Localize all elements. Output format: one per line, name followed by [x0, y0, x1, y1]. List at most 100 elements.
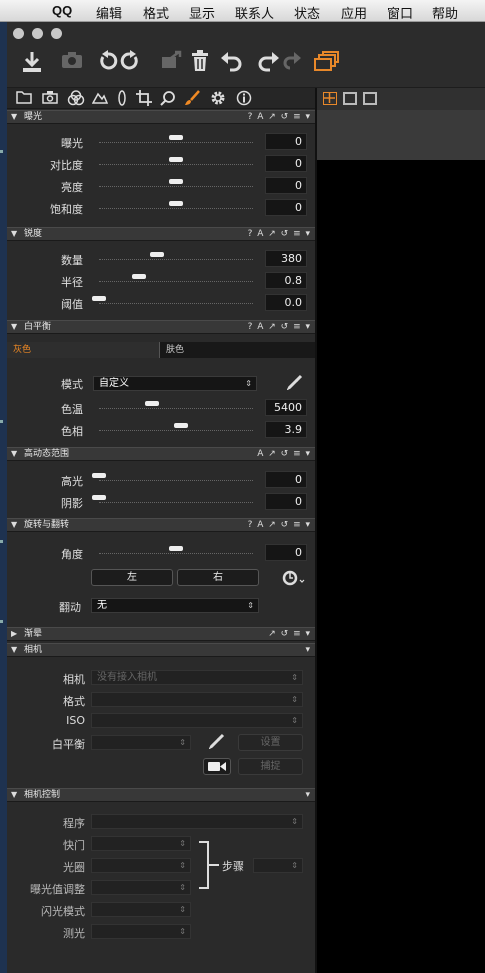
menu-window[interactable]: 窗口: [387, 3, 413, 22]
slider-knob[interactable]: [169, 546, 183, 551]
panel-tool-icons[interactable]: ? A ↗ ↺ ≡ ▾: [248, 321, 311, 334]
slider-knob[interactable]: [169, 201, 183, 206]
collapse-triangle-icon[interactable]: ▼: [11, 520, 17, 529]
menu-qq[interactable]: QQ: [52, 3, 72, 18]
sharpening-panel-header[interactable]: ▼ 锐度 ? A ↗ ↺ ≡ ▾: [7, 227, 315, 241]
value-field[interactable]: 0: [265, 493, 307, 510]
slider-knob[interactable]: [174, 423, 188, 428]
tab-skin[interactable]: 肤色: [160, 342, 315, 358]
value-field[interactable]: 0: [265, 177, 307, 194]
zoom-window-button[interactable]: [51, 28, 62, 39]
panel-tool-icons[interactable]: A ↗ ↺ ≡ ▾: [257, 448, 311, 461]
slider-track[interactable]: [99, 259, 253, 260]
rotation-panel-header[interactable]: ▼ 旋转与翻转 ? A ↗ ↺ ≡ ▾: [7, 518, 315, 532]
exposure-panel-header[interactable]: ▼ 曝光 ? A ↗ ↺ ≡ ▾: [7, 110, 315, 124]
tab-gray[interactable]: 灰色: [7, 342, 160, 358]
panel-tool-icons[interactable]: ▾: [305, 644, 311, 657]
value-field[interactable]: 0: [265, 133, 307, 150]
slider-track[interactable]: [99, 186, 253, 187]
expand-triangle-icon[interactable]: ▶: [11, 629, 17, 638]
info-icon[interactable]: [235, 90, 253, 107]
slider-track[interactable]: [99, 430, 253, 431]
trash-icon[interactable]: [187, 50, 213, 76]
forward-icon[interactable]: [279, 50, 305, 76]
slider-track[interactable]: [99, 408, 253, 409]
slider-track[interactable]: [99, 303, 253, 304]
value-field[interactable]: 380: [265, 250, 307, 267]
slider-knob[interactable]: [169, 157, 183, 162]
set-button[interactable]: 设置: [238, 734, 303, 751]
iso-select[interactable]: ⇕: [91, 713, 303, 728]
collapse-triangle-icon[interactable]: ▼: [11, 112, 17, 121]
slider-knob[interactable]: [169, 135, 183, 140]
rotate-right-button[interactable]: 右: [177, 569, 259, 586]
fullscreen-view-icon[interactable]: [363, 92, 377, 105]
camera-control-panel-header[interactable]: ▼ 相机控制 ▾: [7, 788, 315, 802]
menu-apps[interactable]: 应用: [341, 3, 367, 22]
eyedropper-icon[interactable]: [208, 733, 227, 751]
slider-track[interactable]: [99, 164, 253, 165]
panel-tool-icons[interactable]: ? A ↗ ↺ ≡ ▾: [248, 111, 311, 124]
lens-icon[interactable]: [113, 90, 131, 107]
camera-icon[interactable]: [59, 50, 85, 76]
rotation-options-icon[interactable]: [281, 569, 307, 587]
value-field[interactable]: 0: [265, 471, 307, 488]
slider-track[interactable]: [99, 480, 253, 481]
value-field[interactable]: 0.8: [265, 272, 307, 289]
value-field[interactable]: 0: [265, 544, 307, 561]
camera-wb-select[interactable]: ⇕: [91, 735, 191, 750]
eyedropper-icon[interactable]: [286, 374, 305, 392]
slider-knob[interactable]: [169, 179, 183, 184]
settings-icon[interactable]: [209, 90, 227, 107]
slider-track[interactable]: [99, 208, 253, 209]
camera-panel-header[interactable]: ▼ 相机 ▾: [7, 643, 315, 657]
menu-help[interactable]: 帮助: [432, 3, 458, 22]
panel-tool-icons[interactable]: ? A ↗ ↺ ≡ ▾: [248, 519, 311, 532]
program-select[interactable]: ⇕: [91, 814, 303, 829]
single-view-icon[interactable]: [343, 92, 357, 105]
step-select[interactable]: ⇕: [253, 858, 303, 873]
close-window-button[interactable]: [13, 28, 24, 39]
format-select[interactable]: ⇕: [91, 692, 303, 707]
capture-icon[interactable]: [41, 90, 59, 107]
value-field[interactable]: 0: [265, 199, 307, 216]
rotate-right-icon[interactable]: [117, 50, 143, 76]
camera-select[interactable]: 没有接入相机 ⇕: [91, 670, 303, 685]
slider-knob[interactable]: [150, 252, 164, 257]
metering-select[interactable]: ⇕: [91, 924, 191, 939]
mode-select[interactable]: 自定义 ⇕: [93, 376, 257, 391]
slider-track[interactable]: [99, 502, 253, 503]
aperture-select[interactable]: ⇕: [91, 858, 191, 873]
collapse-triangle-icon[interactable]: ▼: [11, 645, 17, 654]
collapse-triangle-icon[interactable]: ▼: [11, 790, 17, 799]
focus-icon[interactable]: [159, 90, 177, 107]
slider-knob[interactable]: [132, 274, 146, 279]
value-field[interactable]: 3.9: [265, 421, 307, 438]
collapse-triangle-icon[interactable]: ▼: [11, 229, 17, 238]
slider-knob[interactable]: [92, 473, 106, 478]
variants-icon[interactable]: [313, 50, 339, 76]
crop-icon[interactable]: [135, 90, 153, 107]
shutter-select[interactable]: ⇕: [91, 836, 191, 851]
slider-track[interactable]: [99, 553, 253, 554]
color-icon[interactable]: [67, 90, 85, 107]
hdr-panel-header[interactable]: ▼ 高动态范围 A ↗ ↺ ≡ ▾: [7, 447, 315, 461]
sidebar-divider[interactable]: [315, 88, 317, 973]
menu-edit[interactable]: 编辑: [96, 3, 122, 22]
panel-tool-icons[interactable]: ▾: [305, 789, 311, 802]
menu-status[interactable]: 状态: [294, 3, 320, 22]
exposure-icon[interactable]: [91, 90, 109, 107]
collapse-triangle-icon[interactable]: ▼: [11, 449, 17, 458]
video-camera-icon[interactable]: [203, 758, 231, 775]
menu-view[interactable]: 显示: [189, 3, 215, 22]
minimize-window-button[interactable]: [32, 28, 43, 39]
image-viewer[interactable]: [317, 160, 485, 973]
grid-view-icon[interactable]: [323, 92, 337, 105]
slider-knob[interactable]: [145, 401, 159, 406]
slider-track[interactable]: [99, 281, 253, 282]
slider-knob[interactable]: [92, 296, 106, 301]
flash-mode-select[interactable]: ⇕: [91, 902, 191, 917]
collapse-triangle-icon[interactable]: ▼: [11, 322, 17, 331]
library-icon[interactable]: [15, 90, 33, 107]
rotate-left-button[interactable]: 左: [91, 569, 173, 586]
